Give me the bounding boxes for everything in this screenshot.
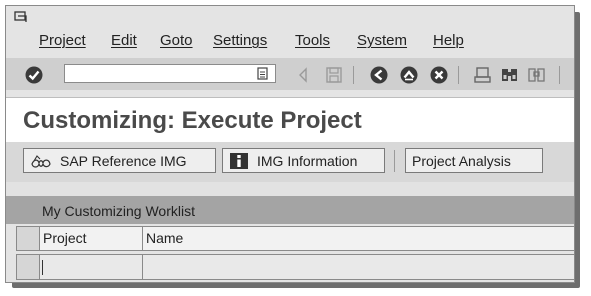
find-next-icon[interactable] [527, 65, 547, 85]
column-header-project[interactable]: Project [39, 226, 143, 251]
sap-reference-img-button[interactable]: SAP Reference IMG [23, 148, 216, 173]
collapse-arrow-icon[interactable] [297, 65, 317, 85]
sap-reference-img-label: SAP Reference IMG [60, 152, 187, 169]
worklist-header: My Customizing Worklist [6, 196, 574, 224]
table-row-project-cell[interactable] [39, 254, 143, 280]
img-information-button[interactable]: IMG Information [222, 148, 385, 173]
text-cursor [42, 260, 43, 275]
print-icon[interactable] [473, 65, 493, 85]
glasses-icon [30, 153, 52, 169]
info-icon [229, 152, 249, 170]
menu-settings[interactable]: Settings [213, 32, 267, 49]
toolbar-separator [458, 66, 459, 84]
worklist-title: My Customizing Worklist [42, 203, 195, 219]
menu-project[interactable]: Project [39, 32, 86, 49]
section-spacer [6, 182, 574, 196]
exit-icon[interactable] [399, 65, 419, 85]
standard-toolbar [6, 58, 574, 90]
menu-bar: Project Edit Goto Settings Tools System … [6, 28, 574, 50]
menu-help[interactable]: Help [433, 32, 464, 49]
command-field[interactable] [64, 64, 276, 83]
select-all-cell[interactable] [16, 226, 40, 251]
page-title: Customizing: Execute Project [23, 107, 362, 134]
find-icon[interactable] [500, 65, 520, 85]
title-bar: Customizing: Execute Project [6, 97, 574, 143]
toolbar-separator [559, 66, 560, 84]
project-analysis-button[interactable]: Project Analysis [405, 148, 543, 173]
img-information-label: IMG Information [257, 152, 358, 169]
menu-tools[interactable]: Tools [295, 32, 330, 49]
project-analysis-label: Project Analysis [412, 152, 511, 169]
toolbar-separator [353, 66, 354, 84]
row-selector[interactable] [16, 254, 40, 280]
system-menu-icon[interactable] [14, 10, 28, 22]
menu-system[interactable]: System [357, 32, 407, 49]
back-icon[interactable] [369, 65, 389, 85]
menu-edit[interactable]: Edit [111, 32, 137, 49]
column-header-name[interactable]: Name [142, 226, 574, 251]
menu-goto[interactable]: Goto [160, 32, 193, 49]
cancel-icon[interactable] [429, 65, 449, 85]
sap-window: Project Edit Goto Settings Tools System … [5, 5, 575, 283]
enter-icon[interactable] [24, 65, 44, 85]
application-toolbar: SAP Reference IMG IMG Information Projec… [6, 142, 574, 182]
worklist-table: Project Name [16, 226, 574, 280]
command-history-icon[interactable] [256, 66, 276, 86]
application-toolbar-separator [394, 150, 395, 172]
table-row-name-cell[interactable] [142, 254, 574, 280]
save-icon[interactable] [324, 65, 344, 85]
